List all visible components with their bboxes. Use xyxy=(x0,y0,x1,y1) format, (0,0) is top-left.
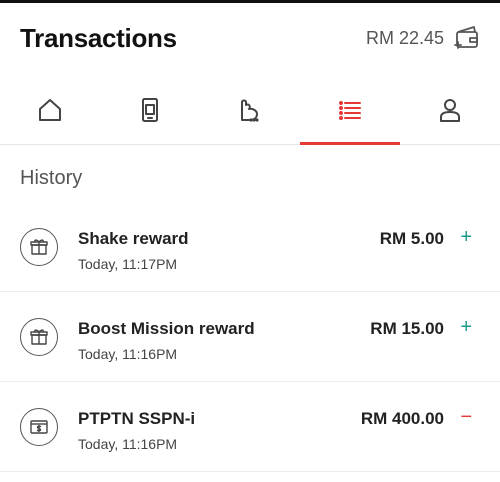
transaction-name: Boost Mission reward xyxy=(78,319,255,338)
gift-icon xyxy=(20,228,58,266)
bottom-nav xyxy=(0,75,500,145)
bag-icon xyxy=(241,99,259,122)
transaction-name: Shake reward xyxy=(78,229,189,248)
transaction-time: Today, 11:16PM xyxy=(78,346,178,362)
home-icon xyxy=(39,99,61,121)
transaction-name: PTPTN SSPN-i xyxy=(78,409,196,428)
transaction-row[interactable]: Boost Mission reward Today, 11:16PM RM 1… xyxy=(0,292,500,382)
credit-sign: + xyxy=(460,316,472,338)
transaction-amount: RM 15.00 xyxy=(370,319,444,338)
page-title: Transactions xyxy=(20,23,177,53)
debit-sign: − xyxy=(460,406,472,428)
gift-icon xyxy=(20,318,58,356)
active-tab-indicator xyxy=(300,142,400,145)
transaction-row[interactable]: PTPTN SSPN-i Today, 11:16PM RM 400.00 − xyxy=(0,382,500,472)
nav-shop[interactable] xyxy=(200,75,300,145)
list-icon xyxy=(339,101,361,120)
phone-icon xyxy=(142,98,158,122)
wallet-topup-icon[interactable] xyxy=(452,23,482,53)
credit-sign: + xyxy=(460,226,472,248)
nav-home[interactable] xyxy=(0,75,100,145)
nav-transactions[interactable] xyxy=(300,75,400,145)
card-dollar-icon xyxy=(20,408,58,446)
profile-icon xyxy=(440,99,460,122)
transaction-time: Today, 11:17PM xyxy=(78,256,178,272)
transaction-row[interactable]: Shake reward Today, 11:17PM RM 5.00 + xyxy=(0,202,500,292)
transaction-amount: RM 400.00 xyxy=(360,409,444,428)
app-header: Transactions RM 22.45 xyxy=(0,3,500,73)
wallet-balance[interactable]: RM 22.45 xyxy=(366,28,444,49)
transaction-amount: RM 5.00 xyxy=(379,229,444,248)
nav-phone[interactable] xyxy=(100,75,200,145)
history-title: History xyxy=(20,167,83,189)
nav-profile[interactable] xyxy=(400,75,500,145)
transaction-time: Today, 11:16PM xyxy=(78,436,178,452)
